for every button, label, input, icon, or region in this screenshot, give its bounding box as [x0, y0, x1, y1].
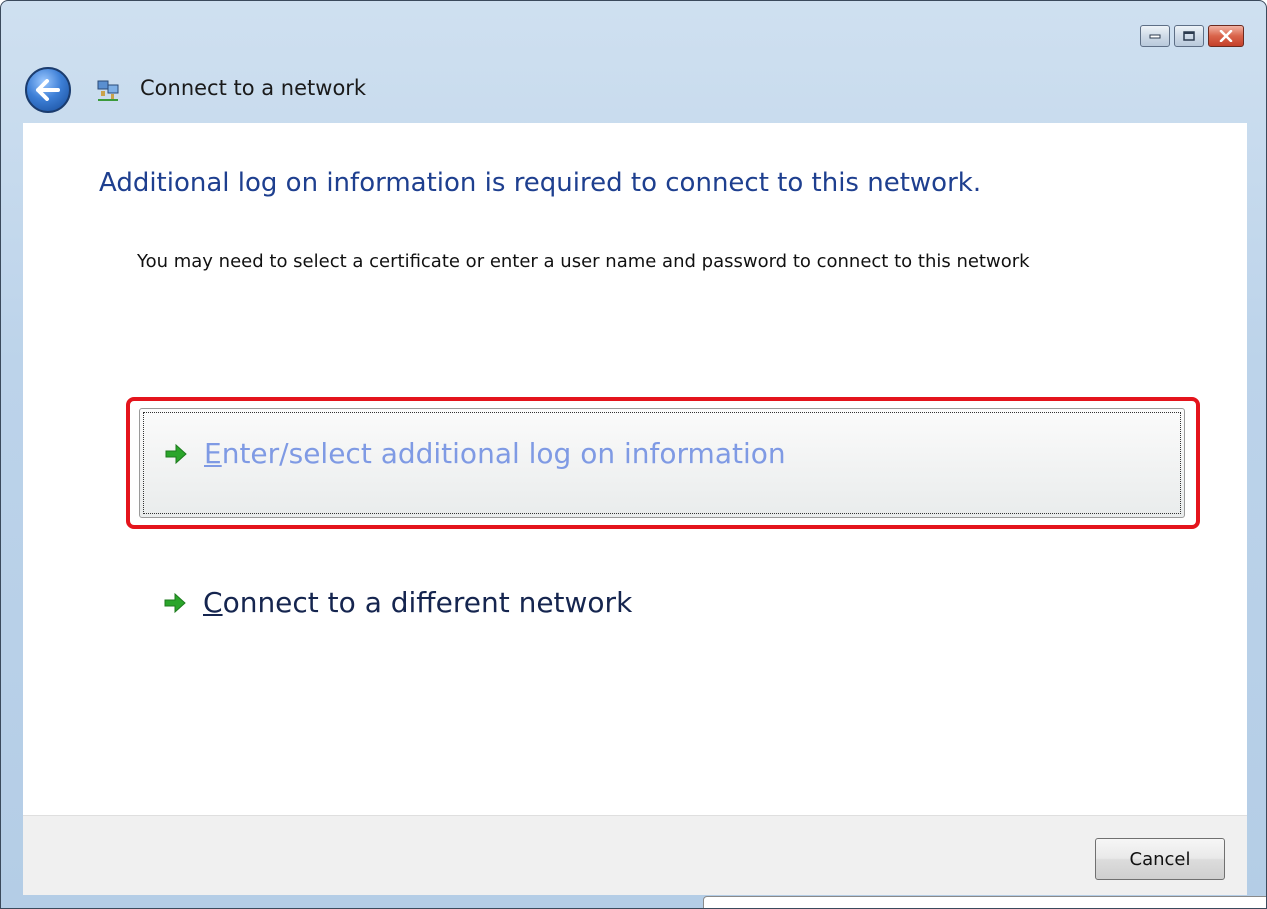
page-heading: Additional log on information is require…: [99, 168, 982, 198]
dialog-footer: Cancel: [23, 815, 1247, 895]
dialog-window: Connect to a network Additional log on i…: [0, 0, 1267, 909]
window-title: Connect to a network: [140, 76, 367, 100]
link-label-rest: nter/select additional log on informatio…: [221, 437, 786, 470]
content-area: Additional log on information is require…: [23, 123, 1247, 815]
connect-different-network-label: Connect to a different network: [203, 586, 632, 619]
cancel-button[interactable]: Cancel: [1095, 838, 1225, 880]
back-button[interactable]: [25, 67, 71, 113]
mnemonic-letter: C: [203, 586, 223, 619]
link-label-rest: onnect to a different network: [222, 586, 633, 619]
green-arrow-icon: [164, 592, 186, 614]
green-arrow-icon: [165, 443, 187, 465]
overlapping-window-edge: [703, 896, 1266, 908]
mnemonic-letter: E: [204, 437, 222, 470]
window-controls: [1140, 25, 1244, 47]
maximize-button[interactable]: [1174, 25, 1204, 47]
close-button[interactable]: [1208, 25, 1244, 47]
close-icon: [1219, 30, 1233, 42]
enter-logon-info-link[interactable]: Enter/select additional log on informati…: [139, 408, 1185, 518]
network-icon: [97, 80, 119, 101]
page-description: You may need to select a certificate or …: [137, 251, 1030, 272]
minimize-button[interactable]: [1140, 25, 1170, 47]
maximize-icon: [1183, 31, 1195, 41]
minimize-icon: [1149, 34, 1161, 39]
title-bar: Connect to a network: [1, 1, 1266, 121]
enter-logon-info-label: Enter/select additional log on informati…: [204, 437, 786, 470]
connect-different-network-link[interactable]: Connect to a different network: [139, 563, 779, 639]
back-arrow-icon: [36, 79, 60, 101]
